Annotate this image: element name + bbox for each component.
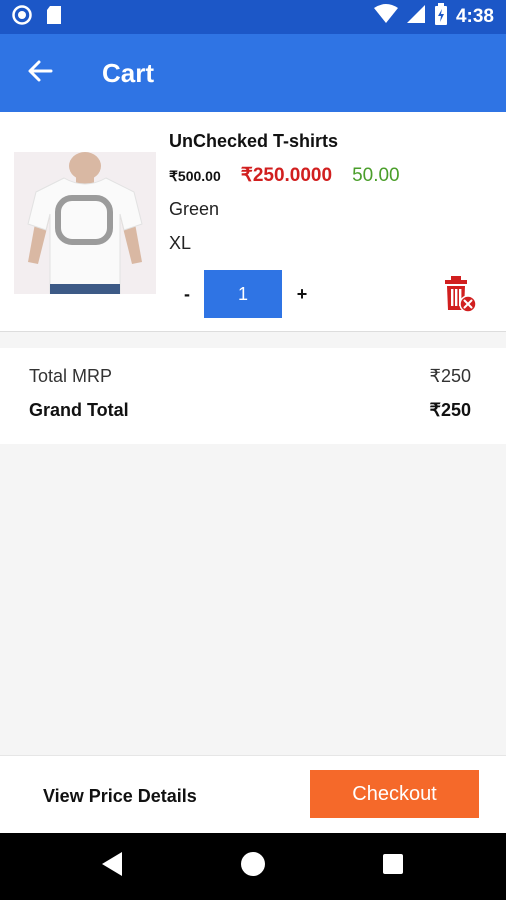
signal-icon xyxy=(406,4,426,30)
home-circle-icon xyxy=(240,851,266,882)
system-nav-bar xyxy=(0,833,506,900)
status-time: 4:38 xyxy=(455,6,494,27)
sd-card-icon xyxy=(46,5,62,30)
decrease-quantity-button[interactable]: - xyxy=(176,284,198,308)
checkout-bar: View Price Details Checkout xyxy=(0,755,506,833)
status-bar: 4:38 xyxy=(0,0,506,34)
product-size: XL xyxy=(169,233,192,253)
nav-recents-button[interactable] xyxy=(353,833,433,900)
trash-remove-icon xyxy=(442,276,478,318)
product-color: Green xyxy=(169,199,220,219)
grand-total-row: Grand Total ₹250 xyxy=(29,400,471,421)
quantity-value: 1 xyxy=(237,283,248,304)
grand-total-value: ₹250 xyxy=(429,400,471,420)
record-icon xyxy=(12,4,32,30)
checkout-button[interactable]: Checkout xyxy=(310,770,479,818)
view-price-details-link[interactable]: View Price Details xyxy=(43,786,197,807)
grand-total-label: Grand Total xyxy=(29,400,129,420)
back-triangle-icon xyxy=(100,851,124,882)
increase-quantity-button[interactable]: + xyxy=(290,284,314,308)
discount-amount: 50.00 xyxy=(352,165,400,186)
product-name[interactable]: UnChecked T-shirts xyxy=(169,131,338,152)
price-row: ₹500.00 ₹250.0000 50.00 xyxy=(169,164,400,187)
total-mrp-row: Total MRP ₹250 xyxy=(29,366,471,387)
status-right: 4:38 xyxy=(373,3,494,31)
wifi-icon xyxy=(373,4,398,30)
product-image[interactable] xyxy=(14,152,156,294)
nav-back-button[interactable] xyxy=(72,833,152,900)
recents-square-icon xyxy=(382,853,404,880)
page-title: Cart xyxy=(102,57,155,88)
back-button[interactable] xyxy=(10,43,70,103)
arrow-left-icon xyxy=(27,59,53,88)
delete-item-button[interactable] xyxy=(442,274,478,314)
nav-home-button[interactable] xyxy=(213,833,293,900)
sale-price: ₹250.0000 xyxy=(240,165,333,186)
status-left-icons xyxy=(12,4,62,30)
total-mrp-label: Total MRP xyxy=(29,366,113,386)
cart-item-card: UnChecked T-shirts ₹500.00 ₹250.0000 50.… xyxy=(0,112,506,332)
battery-icon xyxy=(434,3,448,31)
mrp-price: ₹500.00 xyxy=(169,168,221,184)
price-summary: Total MRP ₹250 Grand Total ₹250 xyxy=(0,348,506,444)
total-mrp-value: ₹250 xyxy=(429,366,471,386)
app-bar: Cart xyxy=(0,34,506,112)
quantity-field[interactable]: 1 xyxy=(204,270,282,318)
